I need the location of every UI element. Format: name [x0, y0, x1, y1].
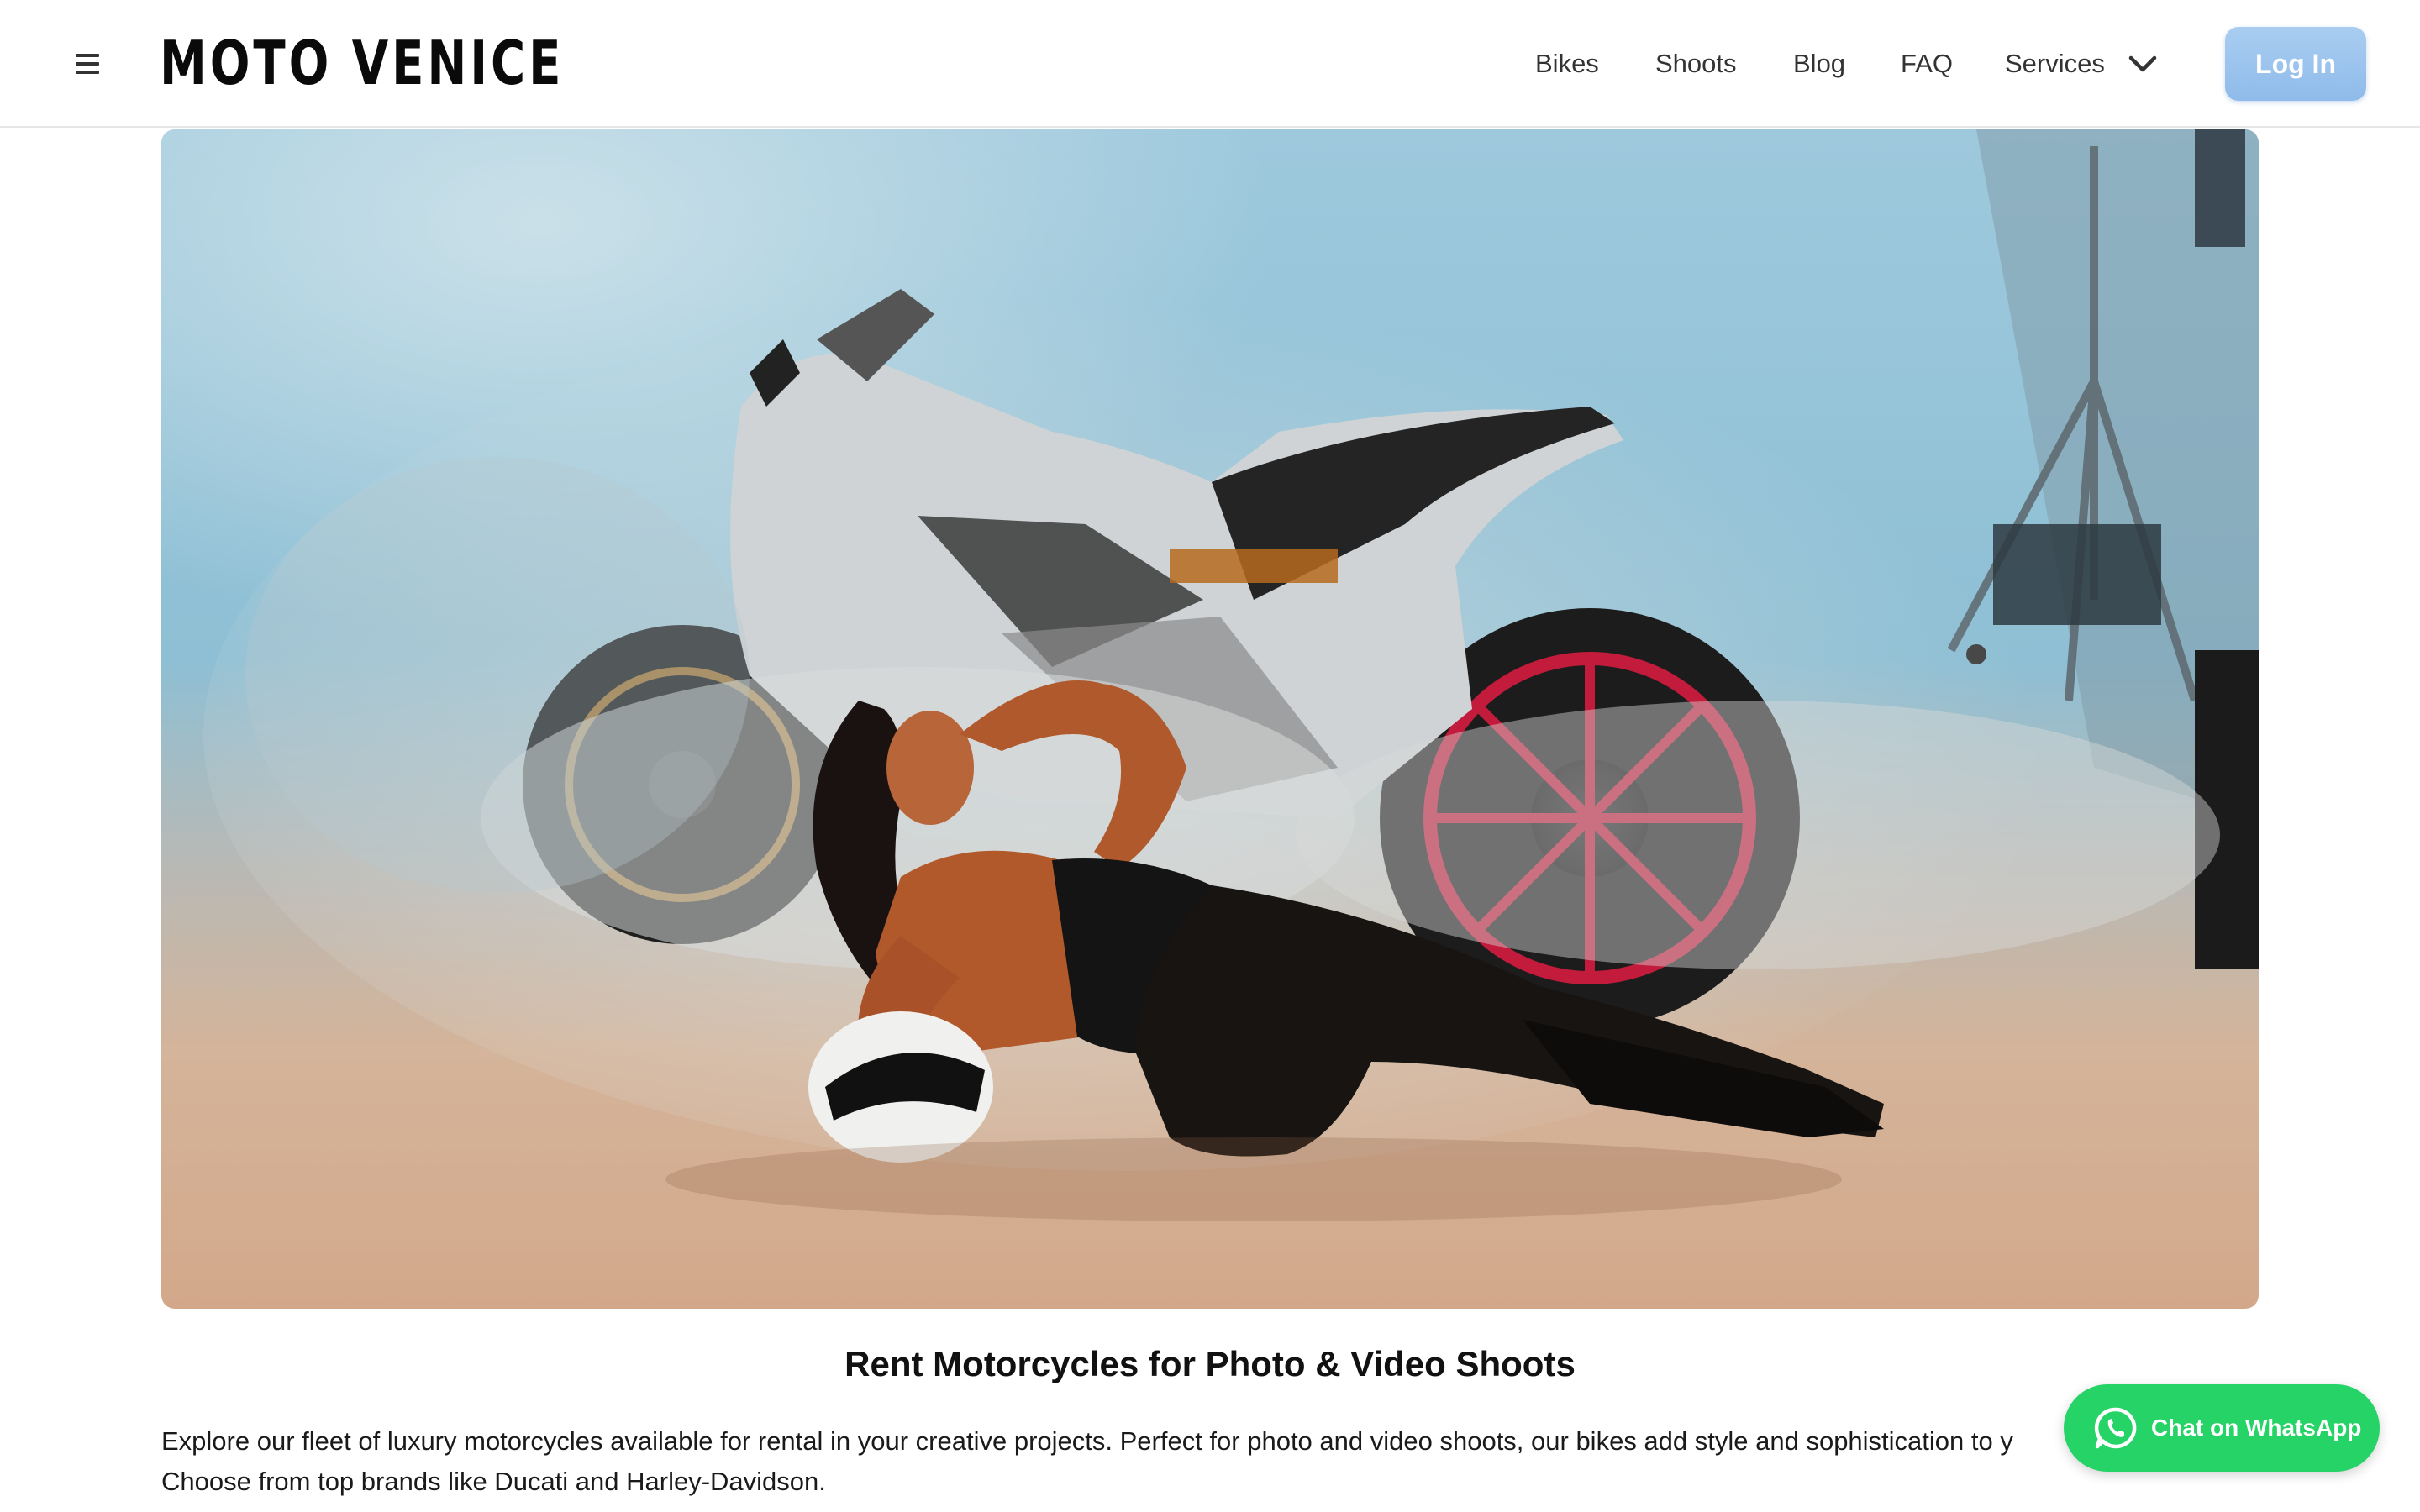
hamburger-menu-icon[interactable]	[71, 47, 104, 81]
section-title: Rent Motorcycles for Photo & Video Shoot…	[844, 1344, 1576, 1383]
site-header: MOTO VENICE Bikes Shoots Blog FAQ Servic…	[0, 0, 2420, 128]
nav-faq[interactable]: FAQ	[1901, 44, 1953, 84]
nav-services[interactable]: Services	[2005, 44, 2105, 84]
login-button[interactable]: Log In	[2225, 27, 2366, 101]
nav-blog[interactable]: Blog	[1793, 44, 1845, 84]
whatsapp-icon	[2094, 1407, 2137, 1449]
description-line-2: Choose from top brands like Ducati and H…	[161, 1467, 826, 1496]
nav-bikes[interactable]: Bikes	[1535, 44, 1599, 84]
whatsapp-label: Chat on WhatsApp	[2151, 1415, 2362, 1441]
section-description: Explore our fleet of luxury motorcycles …	[161, 1421, 2237, 1502]
site-logo[interactable]: MOTO VENICE	[160, 25, 564, 101]
nav-shoots[interactable]: Shoots	[1655, 44, 1737, 84]
chevron-down-icon[interactable]	[2126, 52, 2160, 76]
whatsapp-chat-button[interactable]: Chat on WhatsApp	[2064, 1384, 2380, 1472]
hero-image	[161, 129, 2259, 1309]
description-line-1: Explore our fleet of luxury motorcycles …	[161, 1426, 2013, 1456]
motorcycle-photo-shoot-image	[161, 129, 2259, 1309]
